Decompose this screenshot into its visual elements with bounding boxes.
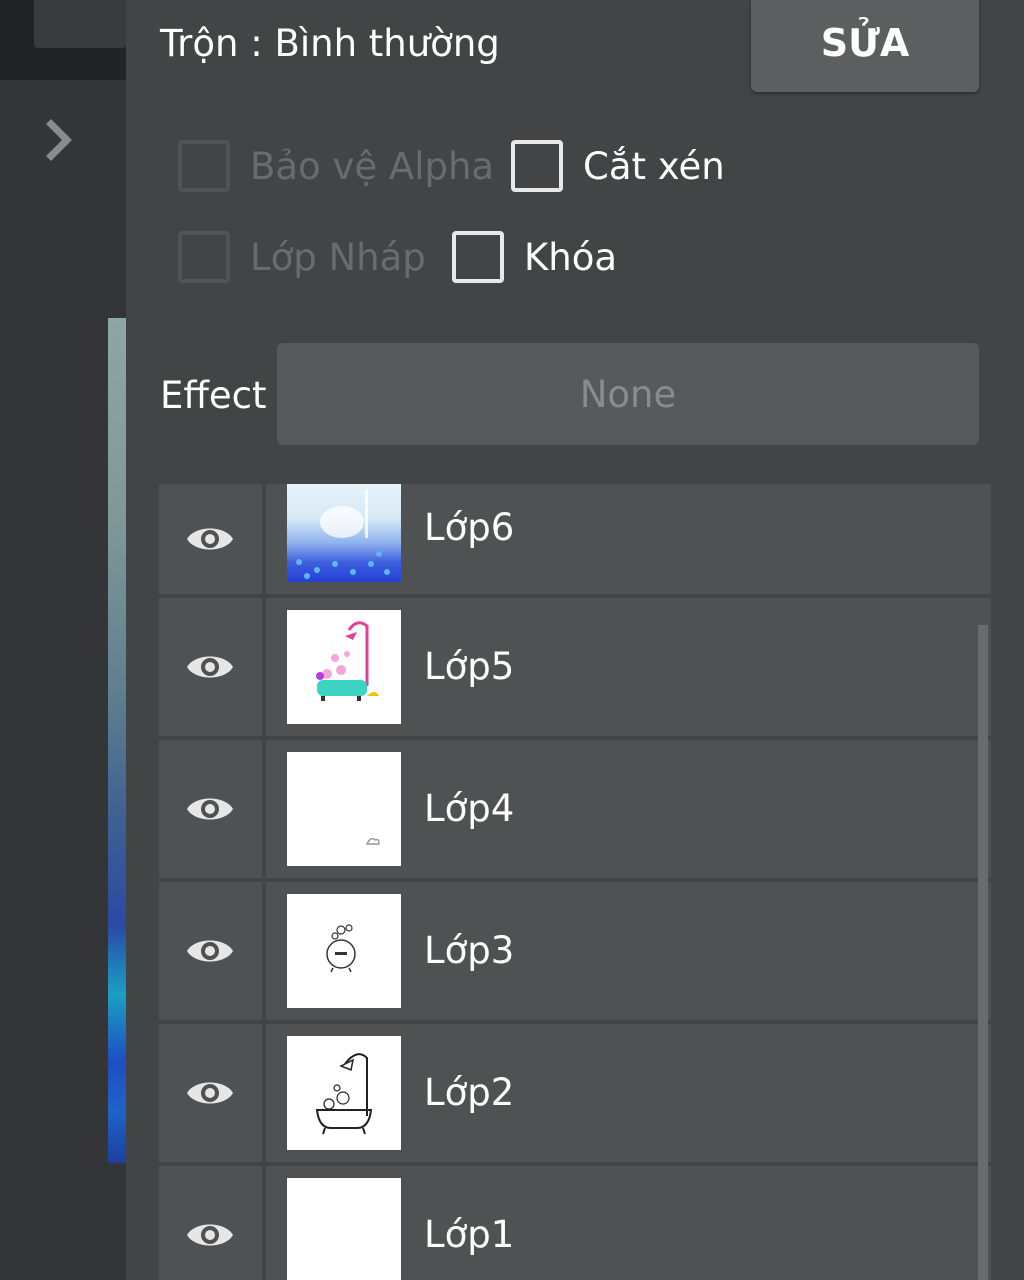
layer-name: Lớp3 [424,929,515,972]
layer-thumbnail [287,1036,401,1150]
layer-thumbnail [287,484,401,582]
layer-row-1[interactable]: Lớp1 [159,1166,991,1280]
layer-thumbnail [287,894,401,1008]
clipping-checkbox[interactable] [511,140,563,192]
chevron-right-icon[interactable] [44,118,74,162]
draft-layer-label: Lớp Nháp [250,235,426,279]
effect-select[interactable]: None [277,343,979,445]
lock-checkbox[interactable] [452,231,504,283]
eye-icon[interactable] [159,1166,261,1280]
layer-row-6[interactable]: Lớp6 [159,484,991,594]
layer-name: Lớp1 [424,1213,515,1256]
lock-label: Khóa [524,235,618,279]
layer-name: Lớp5 [424,645,515,688]
row-divider [262,740,266,878]
layer-row-2[interactable]: Lớp2 [159,1024,991,1162]
eye-icon[interactable] [159,598,261,736]
draft-layer-checkbox[interactable] [178,231,230,283]
row-divider [262,1166,266,1280]
layer-row-3[interactable]: Lớp3 [159,882,991,1020]
eye-icon[interactable] [159,1024,261,1162]
alpha-protect-label: Bảo vệ Alpha [250,144,495,188]
eye-icon[interactable] [159,882,261,1020]
alpha-protect-option[interactable]: Bảo vệ Alpha [178,140,494,192]
layer-list[interactable]: Lớp6 Lớp5 Lớp4 Lớp3 Lớp2 Lớp1 [159,484,991,1280]
blend-mode-label[interactable]: Trộn : Bình thường [160,20,500,68]
layer-row-5[interactable]: Lớp5 [159,598,991,736]
row-divider [262,598,266,736]
layer-thumbnail [287,1178,401,1280]
eye-icon[interactable] [159,740,261,878]
clipping-option[interactable]: Cắt xén [511,140,725,192]
layer-row-4[interactable]: Lớp4 [159,740,991,878]
layer-list-scrollbar[interactable] [978,625,988,1280]
toolbar-button[interactable] [34,0,126,48]
draft-layer-option[interactable]: Lớp Nháp [178,231,426,283]
row-divider [262,1024,266,1162]
layer-name: Lớp4 [424,787,515,830]
layer-thumbnail [287,752,401,866]
clipping-label: Cắt xén [583,144,725,188]
alpha-protect-checkbox[interactable] [178,140,230,192]
layer-name: Lớp6 [424,506,515,549]
edit-button[interactable]: SỬA [751,0,979,92]
top-toolbar-area [0,0,126,80]
eye-icon[interactable] [159,484,261,594]
layer-thumbnail [287,610,401,724]
layer-panel: Trộn : Bình thường SỬA Bảo vệ Alpha Cắt … [126,0,1024,1280]
row-divider [262,882,266,1020]
layer-name: Lớp2 [424,1071,515,1114]
effect-label: Effect [160,374,267,417]
canvas-preview-edge [108,318,126,1163]
lock-option[interactable]: Khóa [452,231,617,283]
row-divider [262,484,266,594]
